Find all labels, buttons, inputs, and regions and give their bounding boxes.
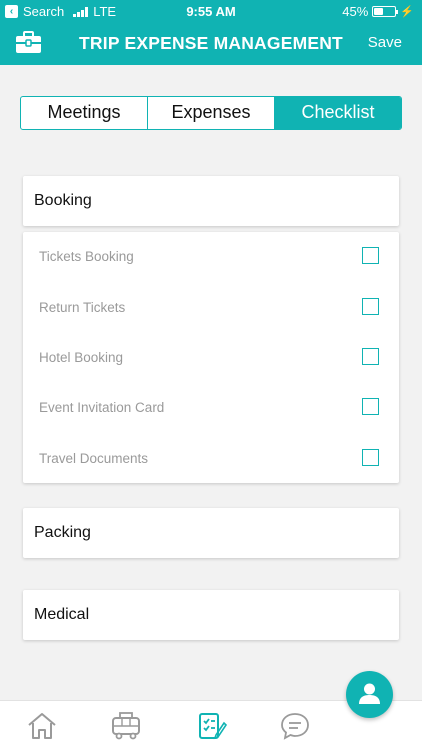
checklist-icon[interactable] xyxy=(196,711,228,741)
briefcase-icon[interactable] xyxy=(16,31,41,53)
chat-icon[interactable] xyxy=(279,711,311,741)
tab-checklist[interactable]: Checklist xyxy=(274,97,401,129)
battery-percent: 45% xyxy=(342,4,369,19)
home-icon[interactable] xyxy=(26,711,58,741)
tab-expenses[interactable]: Expenses xyxy=(147,97,274,129)
status-right: 45% ⚡ xyxy=(342,4,414,19)
top-bar: ‹ Search LTE 9:55 AM 45% ⚡ TRIP EXPENSE … xyxy=(0,0,422,65)
profile-fab-button[interactable] xyxy=(346,671,393,718)
status-bar: ‹ Search LTE 9:55 AM 45% ⚡ xyxy=(0,0,422,22)
item-checkbox[interactable] xyxy=(362,398,379,415)
save-button[interactable]: Save xyxy=(368,34,402,51)
item-label: Travel Documents xyxy=(39,451,149,466)
user-icon xyxy=(359,683,380,704)
item-checkbox[interactable] xyxy=(362,298,379,315)
checklist-item: Hotel Booking xyxy=(39,348,379,368)
checklist-item: Event Invitation Card xyxy=(39,398,379,418)
tab-meetings[interactable]: Meetings xyxy=(21,97,147,129)
item-checkbox[interactable] xyxy=(362,247,379,264)
checklist-item: Travel Documents xyxy=(39,449,379,469)
section-title: Booking xyxy=(34,192,92,209)
item-label: Event Invitation Card xyxy=(39,400,165,415)
item-label: Return Tickets xyxy=(39,300,126,315)
section-booking-header[interactable]: Booking xyxy=(23,176,399,226)
section-title: Packing xyxy=(34,524,91,541)
section-title: Medical xyxy=(34,606,90,623)
section-medical-header[interactable]: Medical xyxy=(23,590,399,640)
item-checkbox[interactable] xyxy=(362,449,379,466)
checklist-item: Return Tickets xyxy=(39,298,379,318)
battery-icon xyxy=(372,6,399,17)
checklist-item: Tickets Booking xyxy=(39,247,379,267)
app-header: TRIP EXPENSE MANAGEMENT Save xyxy=(0,22,422,65)
booking-checklist: Tickets Booking Return Tickets Hotel Boo… xyxy=(23,232,399,483)
section-packing-header[interactable]: Packing xyxy=(23,508,399,558)
item-checkbox[interactable] xyxy=(362,348,379,365)
bus-icon[interactable] xyxy=(110,711,142,741)
segmented-tabs: Meetings Expenses Checklist xyxy=(20,96,402,130)
item-label: Hotel Booking xyxy=(39,350,124,365)
charging-icon: ⚡ xyxy=(400,6,414,18)
item-label: Tickets Booking xyxy=(39,249,134,264)
page-title: TRIP EXPENSE MANAGEMENT xyxy=(79,33,343,53)
